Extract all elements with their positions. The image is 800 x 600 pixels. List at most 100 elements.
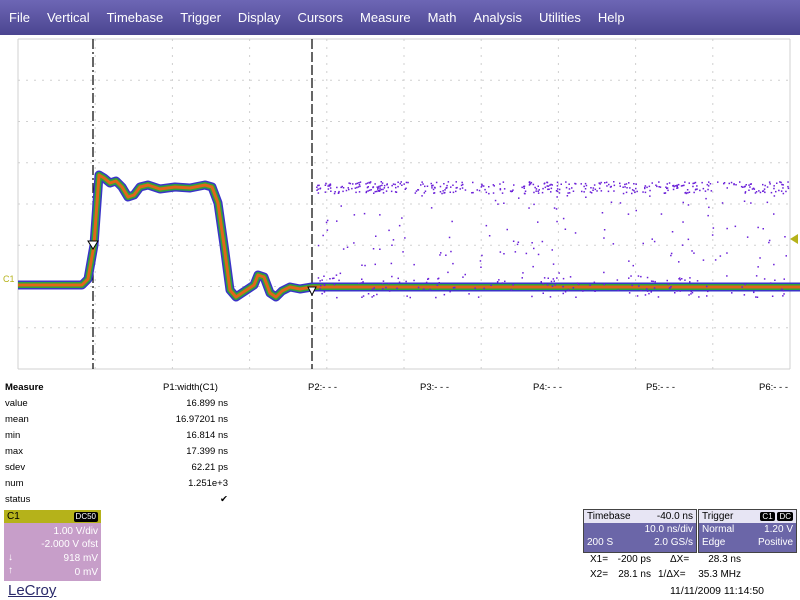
persistence-dot: [319, 187, 322, 189]
persistence-dot: [488, 192, 490, 195]
persistence-dot: [567, 192, 569, 194]
persistence-dot: [367, 190, 369, 192]
persistence-dot: [575, 183, 577, 185]
persistence-dot: [426, 185, 429, 187]
persistence-dot: [551, 285, 554, 287]
persistence-dot: [562, 285, 564, 288]
persistence-dot: [674, 292, 676, 294]
persistence-dot: [745, 184, 747, 186]
persistence-dot: [758, 190, 760, 192]
persistence-dot: [603, 237, 605, 239]
persistence-dot: [327, 188, 330, 190]
c1-coupling-badge: DC50: [73, 511, 98, 522]
waveform-display[interactable]: C1: [0, 35, 800, 370]
persistence-dot: [596, 190, 598, 192]
persistence-dot: [787, 181, 789, 183]
persistence-dot: [322, 234, 324, 237]
menu-cursors[interactable]: Cursors: [289, 10, 352, 25]
persistence-dot: [381, 184, 383, 187]
persistence-dot: [668, 182, 671, 184]
persistence-dot: [481, 254, 483, 257]
persistence-dot: [734, 225, 737, 228]
persistence-dot: [388, 229, 390, 232]
persistence-dot: [670, 254, 672, 257]
persistence-dot: [317, 277, 320, 279]
persistence-dot: [474, 287, 476, 289]
measure-param-header[interactable]: P5:- - -: [646, 382, 675, 393]
persistence-dot: [637, 275, 640, 277]
persistence-dot: [521, 277, 523, 279]
persistence-dot: [769, 183, 771, 185]
persistence-dot: [503, 188, 506, 190]
persistence-dot: [461, 187, 464, 189]
persistence-dot: [401, 217, 403, 219]
menu-trigger[interactable]: Trigger: [171, 10, 229, 25]
persistence-dot: [319, 288, 321, 290]
menu-analysis[interactable]: Analysis: [465, 10, 530, 25]
persistence-dot: [358, 182, 360, 184]
persistence-dot: [707, 214, 709, 217]
measure-param-value: 62.21 ps: [191, 462, 228, 473]
timebase-delay: -40.0 ns: [656, 511, 693, 522]
persistence-dot: [741, 286, 743, 288]
menu-timebase[interactable]: Timebase: [98, 10, 172, 25]
persistence-dot: [398, 281, 401, 283]
measure-param-header[interactable]: P4:- - -: [533, 382, 562, 393]
persistence-dot: [644, 187, 646, 190]
persistence-dot: [707, 290, 709, 293]
persistence-dot: [339, 272, 342, 275]
measure-param-header[interactable]: P6:- - -: [759, 382, 788, 393]
menu-utilities[interactable]: Utilities: [530, 10, 589, 25]
menu-vertical[interactable]: Vertical: [38, 10, 98, 25]
persistence-dot: [552, 278, 555, 280]
persistence-dot: [750, 202, 752, 204]
persistence-dot: [701, 181, 703, 184]
persistence-dot: [430, 182, 432, 185]
persistence-dot: [692, 182, 694, 185]
persistence-dot: [402, 251, 404, 253]
persistence-dot: [485, 191, 488, 194]
menu-file[interactable]: File: [0, 10, 38, 25]
persistence-dot: [439, 185, 442, 188]
persistence-dot: [576, 282, 579, 284]
persistence-dot: [478, 189, 481, 192]
persistence-dot: [462, 183, 464, 186]
persistence-dot: [541, 191, 544, 194]
persistence-dot: [694, 181, 697, 184]
persistence-dot: [371, 288, 374, 290]
menu-math[interactable]: Math: [419, 10, 465, 25]
persistence-dot: [555, 190, 558, 192]
persistence-dot: [397, 181, 399, 183]
trigger-box[interactable]: Trigger C1 DC Normal 1.20 V Edge Positiv…: [698, 509, 797, 553]
persistence-dot: [780, 190, 783, 192]
persistence-dot: [325, 182, 327, 185]
menu-measure[interactable]: Measure: [351, 10, 419, 25]
persistence-dot: [345, 189, 348, 192]
persistence-dot: [528, 207, 530, 209]
persistence-dot: [498, 279, 500, 281]
c1-channel-box[interactable]: C1 DC50 1.00 V/div -2.000 V ofst ↓ 918 m…: [4, 510, 101, 581]
persistence-dot: [646, 276, 649, 279]
persistence-dot: [385, 190, 388, 192]
persistence-dot: [617, 289, 619, 291]
persistence-dot: [613, 190, 615, 192]
measure-param-header[interactable]: P1:width(C1): [163, 382, 218, 393]
persistence-dot: [706, 295, 708, 297]
persistence-dot: [338, 192, 340, 194]
persistence-dot: [696, 280, 699, 282]
persistence-dot: [555, 208, 558, 210]
timebase-box[interactable]: Timebase -40.0 ns 10.0 ns/div 200 S 2.0 …: [583, 509, 697, 553]
measure-param-header[interactable]: P2:- - -: [308, 382, 337, 393]
menu-help[interactable]: Help: [589, 10, 633, 25]
persistence-dot: [650, 291, 652, 293]
persistence-dot: [497, 203, 499, 205]
persistence-dot: [688, 182, 690, 184]
persistence-dot: [513, 184, 515, 186]
persistence-dot: [766, 201, 769, 204]
persistence-dot: [317, 192, 320, 194]
persistence-dot: [482, 185, 485, 187]
persistence-dot: [575, 296, 577, 298]
measure-param-header[interactable]: P3:- - -: [420, 382, 449, 393]
persistence-dot: [628, 182, 630, 184]
menu-display[interactable]: Display: [229, 10, 289, 25]
